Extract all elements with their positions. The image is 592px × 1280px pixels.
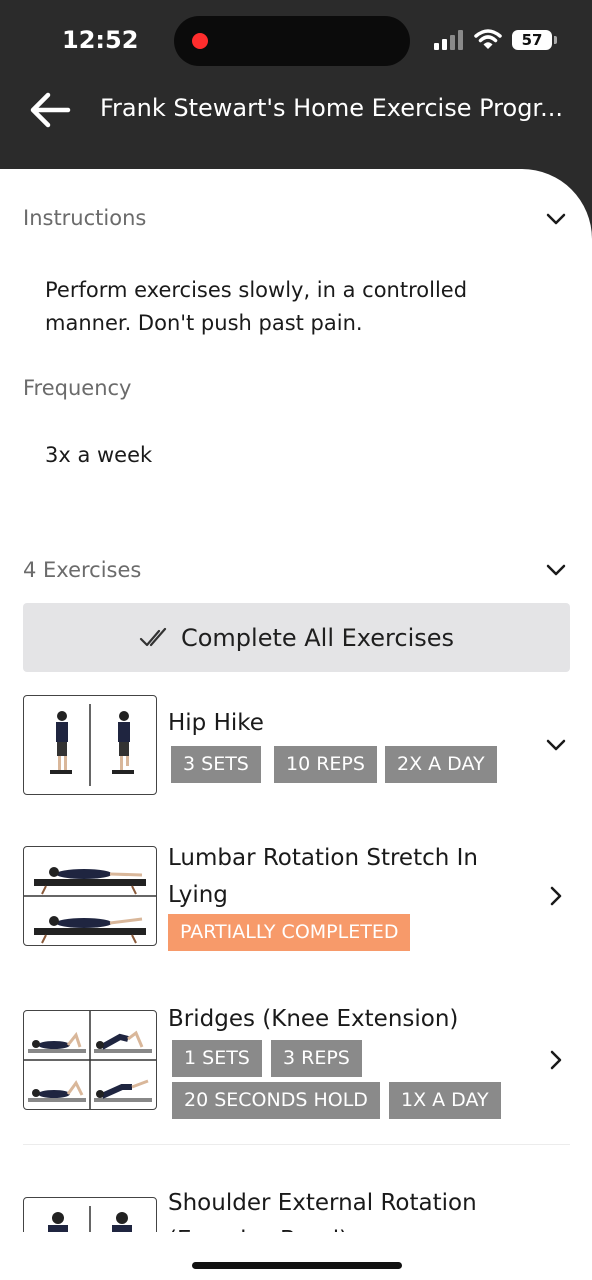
cellular-signal-icon bbox=[434, 30, 466, 50]
instructions-heading[interactable]: Instructions bbox=[23, 206, 146, 230]
complete-all-label: Complete All Exercises bbox=[180, 623, 455, 652]
chevron-down-icon[interactable] bbox=[544, 207, 568, 231]
status-time: 12:52 bbox=[62, 26, 139, 54]
reps-tag: 10 REPS bbox=[274, 746, 377, 783]
page-title: Frank Stewart's Home Exercise Progr... bbox=[100, 94, 563, 122]
chevron-down-icon[interactable] bbox=[544, 733, 568, 757]
exercise-thumbnail bbox=[23, 846, 157, 946]
exercises-heading[interactable]: 4 Exercises bbox=[23, 558, 141, 582]
frequency-tag: 2X A DAY bbox=[385, 746, 497, 783]
bottom-safe-area bbox=[0, 1232, 592, 1280]
chevron-right-icon[interactable] bbox=[544, 1048, 568, 1072]
complete-all-button[interactable]: Complete All Exercises bbox=[23, 603, 570, 672]
frequency-text: 3x a week bbox=[45, 443, 153, 467]
frequency-tag: 1X A DAY bbox=[389, 1082, 501, 1119]
exercise-item-lumbar-rotation[interactable]: Lumbar Rotation Stretch In Lying PARTIAL… bbox=[0, 845, 592, 951]
instructions-text: Perform exercises slowly, in a controlle… bbox=[45, 278, 468, 335]
divider bbox=[23, 1144, 570, 1145]
home-indicator[interactable] bbox=[192, 1262, 402, 1269]
dynamic-island bbox=[174, 16, 410, 66]
program-sheet: Instructions Perform exercises slowly, i… bbox=[0, 169, 592, 1280]
exercise-thumbnail bbox=[23, 1010, 157, 1110]
hold-tag: 20 SECONDS HOLD bbox=[172, 1082, 380, 1119]
exercise-item-bridges[interactable]: Bridges (Knee Extension) 1 SETS 3 REPS 2… bbox=[0, 1006, 592, 1119]
status-bar: 12:52 57 bbox=[0, 0, 592, 80]
exercise-thumbnail bbox=[23, 695, 157, 795]
status-badge: PARTIALLY COMPLETED bbox=[168, 914, 411, 951]
recording-indicator-icon bbox=[192, 33, 208, 49]
double-check-icon bbox=[139, 627, 167, 646]
exercise-item-hip-hike[interactable]: Hip Hike 3 SETS 10 REPS 2X A DAY bbox=[0, 695, 592, 797]
reps-tag: 3 REPS bbox=[271, 1040, 362, 1077]
battery-icon: 57 bbox=[512, 30, 557, 50]
app-header: Frank Stewart's Home Exercise Progr... bbox=[0, 80, 592, 170]
sets-tag: 3 SETS bbox=[171, 746, 261, 783]
frequency-heading: Frequency bbox=[23, 376, 132, 400]
exercise-name: Bridges (Knee Extension) bbox=[168, 1006, 459, 1032]
wifi-icon bbox=[474, 29, 502, 49]
chevron-down-icon[interactable] bbox=[544, 558, 568, 582]
back-arrow-icon[interactable] bbox=[28, 90, 72, 130]
chevron-right-icon[interactable] bbox=[544, 884, 568, 908]
exercise-name: Hip Hike bbox=[168, 710, 264, 736]
sets-tag: 1 SETS bbox=[172, 1040, 262, 1077]
exercise-name: Lumbar Rotation Stretch In Lying bbox=[168, 845, 478, 908]
